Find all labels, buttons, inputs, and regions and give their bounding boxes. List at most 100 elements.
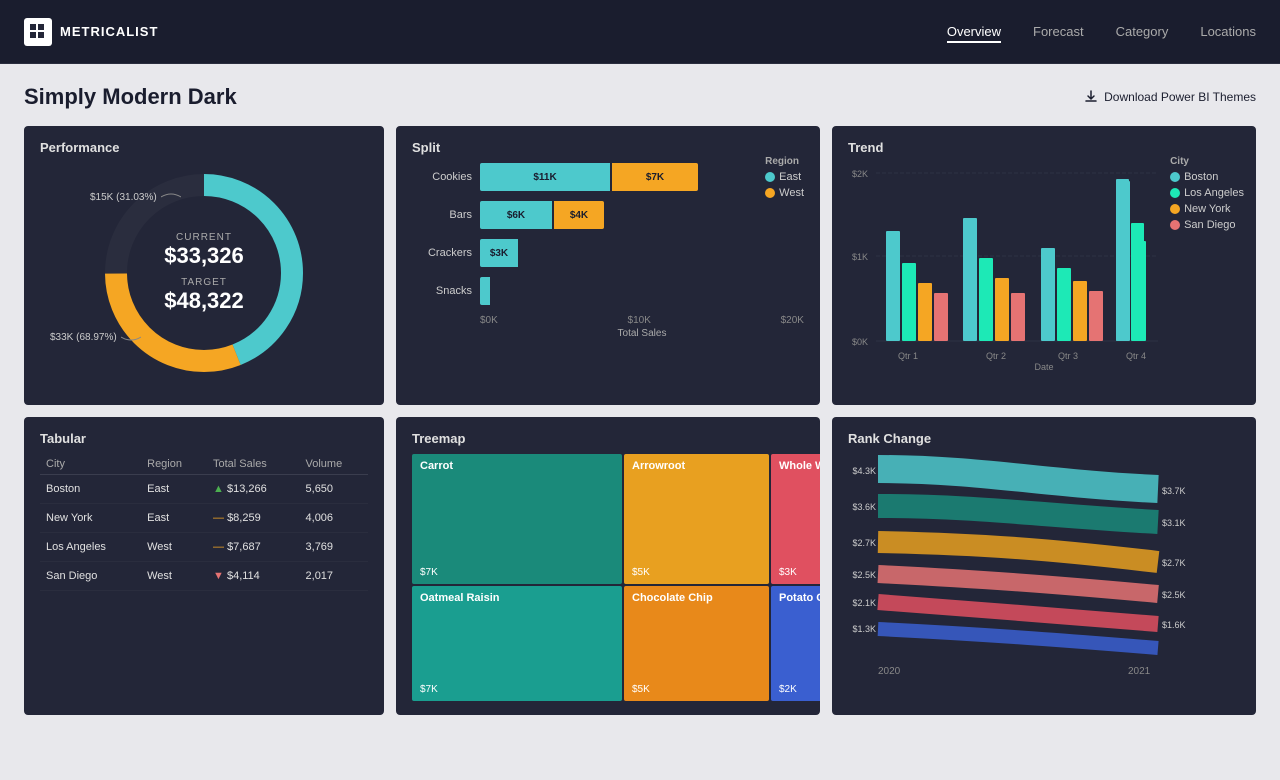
svg-text:Qtr 3: Qtr 3 <box>1058 351 1078 361</box>
trend-card: Trend City Boston Los Angeles New York <box>832 126 1256 405</box>
volume-boston: 5,650 <box>300 475 368 504</box>
rank-svg: $4.3K $3.6K $2.7K $2.5K $2.1K $1.3K $3.7… <box>848 454 1188 679</box>
col-total-sales: Total Sales <box>207 454 300 475</box>
svg-text:$3.7K: $3.7K <box>1162 486 1186 496</box>
sales-la: — $7,687 <box>207 533 300 562</box>
nav-item-locations[interactable]: Locations <box>1200 24 1256 39</box>
chocchip-label: Chocolate Chip <box>632 592 761 604</box>
nav-item-overview[interactable]: Overview <box>947 24 1001 39</box>
nav-links: Overview Forecast Category Locations <box>947 24 1256 39</box>
annotation-bottom: $33K (68.97%) <box>50 331 141 343</box>
oatmeal-value: $7K <box>420 684 614 695</box>
svg-text:$4.3K: $4.3K <box>852 466 876 476</box>
split-legend: Region East West <box>765 156 804 203</box>
table-row: San Diego West ▼ $4,114 2,017 <box>40 562 368 591</box>
split-axis: $0K $10K $20K <box>480 315 804 326</box>
split-row-snacks: Snacks <box>412 277 804 305</box>
svg-text:Qtr 2: Qtr 2 <box>986 351 1006 361</box>
treemap-carrot: Carrot $7K <box>412 454 622 584</box>
wholew-value: $3K <box>779 567 820 578</box>
split-title: Split <box>412 140 804 155</box>
region-sandiego: West <box>141 562 207 591</box>
west-label: West <box>779 187 804 199</box>
split-legend-title: Region <box>765 156 804 167</box>
annotation-top: $15K (31.03%) <box>90 191 181 203</box>
split-row-crackers: Crackers $3K <box>412 239 804 267</box>
west-bar-cookies: $7K <box>612 163 698 191</box>
svg-text:$3.6K: $3.6K <box>852 502 876 512</box>
svg-text:$2.5K: $2.5K <box>852 570 876 580</box>
treemap-grid: Carrot $7K Arrowroot $5K Whole W... $3K … <box>412 454 804 701</box>
trend-date-label: Date <box>848 362 1240 372</box>
east-label: East <box>779 171 801 183</box>
svg-text:$1.6K: $1.6K <box>1162 620 1186 630</box>
treemap-arrowroot: Arrowroot $5K <box>624 454 769 584</box>
split-label-crackers: Crackers <box>412 247 472 259</box>
rank-change-card: Rank Change $4.3K <box>832 417 1256 715</box>
chocchip-value: $5K <box>632 684 761 695</box>
city-la: Los Angeles <box>40 533 141 562</box>
east-bar-bars: $6K <box>480 201 552 229</box>
nav-item-forecast[interactable]: Forecast <box>1033 24 1084 39</box>
download-button[interactable]: Download Power BI Themes <box>1084 90 1256 104</box>
split-row-cookies: Cookies $11K $7K <box>412 163 804 191</box>
svg-text:$1K: $1K <box>852 252 868 262</box>
east-bar-crackers: $3K <box>480 239 518 267</box>
treemap-potatochips: Potato Chips $2K <box>771 586 820 701</box>
oatmeal-label: Oatmeal Raisin <box>420 592 614 604</box>
svg-text:$2.7K: $2.7K <box>852 538 876 548</box>
trend-icon-up: ▲ <box>213 483 227 495</box>
east-bar-cookies: $11K <box>480 163 610 191</box>
rank-title: Rank Change <box>848 431 1240 446</box>
region-boston: East <box>141 475 207 504</box>
axis-0k: $0K <box>480 315 498 326</box>
volume-sandiego: 2,017 <box>300 562 368 591</box>
city-sandiego: San Diego <box>40 562 141 591</box>
split-bars-crackers: $3K <box>480 239 518 267</box>
svg-text:Qtr 4: Qtr 4 <box>1126 351 1146 361</box>
brand-icon <box>24 18 52 46</box>
current-value: $33,326 <box>164 243 244 269</box>
region-la: West <box>141 533 207 562</box>
trend-chart-area: $2K $1K $0K <box>848 163 1240 372</box>
city-boston: Boston <box>40 475 141 504</box>
col-volume: Volume <box>300 454 368 475</box>
split-label-snacks: Snacks <box>412 285 472 297</box>
donut-center: CURRENT $33,326 TARGET $48,322 <box>164 232 244 314</box>
trend-title: Trend <box>848 140 1240 155</box>
table-row: New York East — $8,259 4,006 <box>40 504 368 533</box>
trend-icon-flat: — <box>213 512 227 524</box>
west-bar-bars: $4K <box>554 201 604 229</box>
sales-newyork: — $8,259 <box>207 504 300 533</box>
split-card: Split Region East West Cookies $11K <box>396 126 820 405</box>
split-bars-snacks <box>480 277 490 305</box>
svg-text:$3.1K: $3.1K <box>1162 518 1186 528</box>
tabular-title: Tabular <box>40 431 368 446</box>
table-row: Los Angeles West — $7,687 3,769 <box>40 533 368 562</box>
page-title: Simply Modern Dark <box>24 84 237 110</box>
svg-text:2021: 2021 <box>1128 666 1151 677</box>
download-label: Download Power BI Themes <box>1104 90 1256 104</box>
target-label: TARGET <box>164 277 244 288</box>
svg-text:$0K: $0K <box>852 337 868 347</box>
brand: METRICALIST <box>24 18 158 46</box>
tabular-card: Tabular City Region Total Sales Volume B… <box>24 417 384 715</box>
nav-item-category[interactable]: Category <box>1116 24 1169 39</box>
treemap-wholew: Whole W... $3K <box>771 454 820 584</box>
target-value: $48,322 <box>164 288 244 314</box>
split-bars-bars: $6K $4K <box>480 201 604 229</box>
tabular-table: City Region Total Sales Volume Boston Ea… <box>40 454 368 591</box>
dashboard-grid: Performance CURRENT $33,326 TARGET $48,3… <box>24 126 1256 715</box>
treemap-card: Treemap Carrot $7K Arrowroot $5K Whole W… <box>396 417 820 715</box>
treemap-title: Treemap <box>412 431 804 446</box>
svg-text:$2.7K: $2.7K <box>1162 558 1186 568</box>
trend-svg: $2K $1K $0K <box>848 163 1188 363</box>
split-label-bars: Bars <box>412 209 472 221</box>
svg-text:$2.5K: $2.5K <box>1162 590 1186 600</box>
wholew-label: Whole W... <box>779 460 820 472</box>
svg-text:$2K: $2K <box>852 169 868 179</box>
split-label-cookies: Cookies <box>412 171 472 183</box>
navbar: METRICALIST Overview Forecast Category L… <box>0 0 1280 64</box>
carrot-value: $7K <box>420 567 614 578</box>
west-dot <box>765 188 775 198</box>
